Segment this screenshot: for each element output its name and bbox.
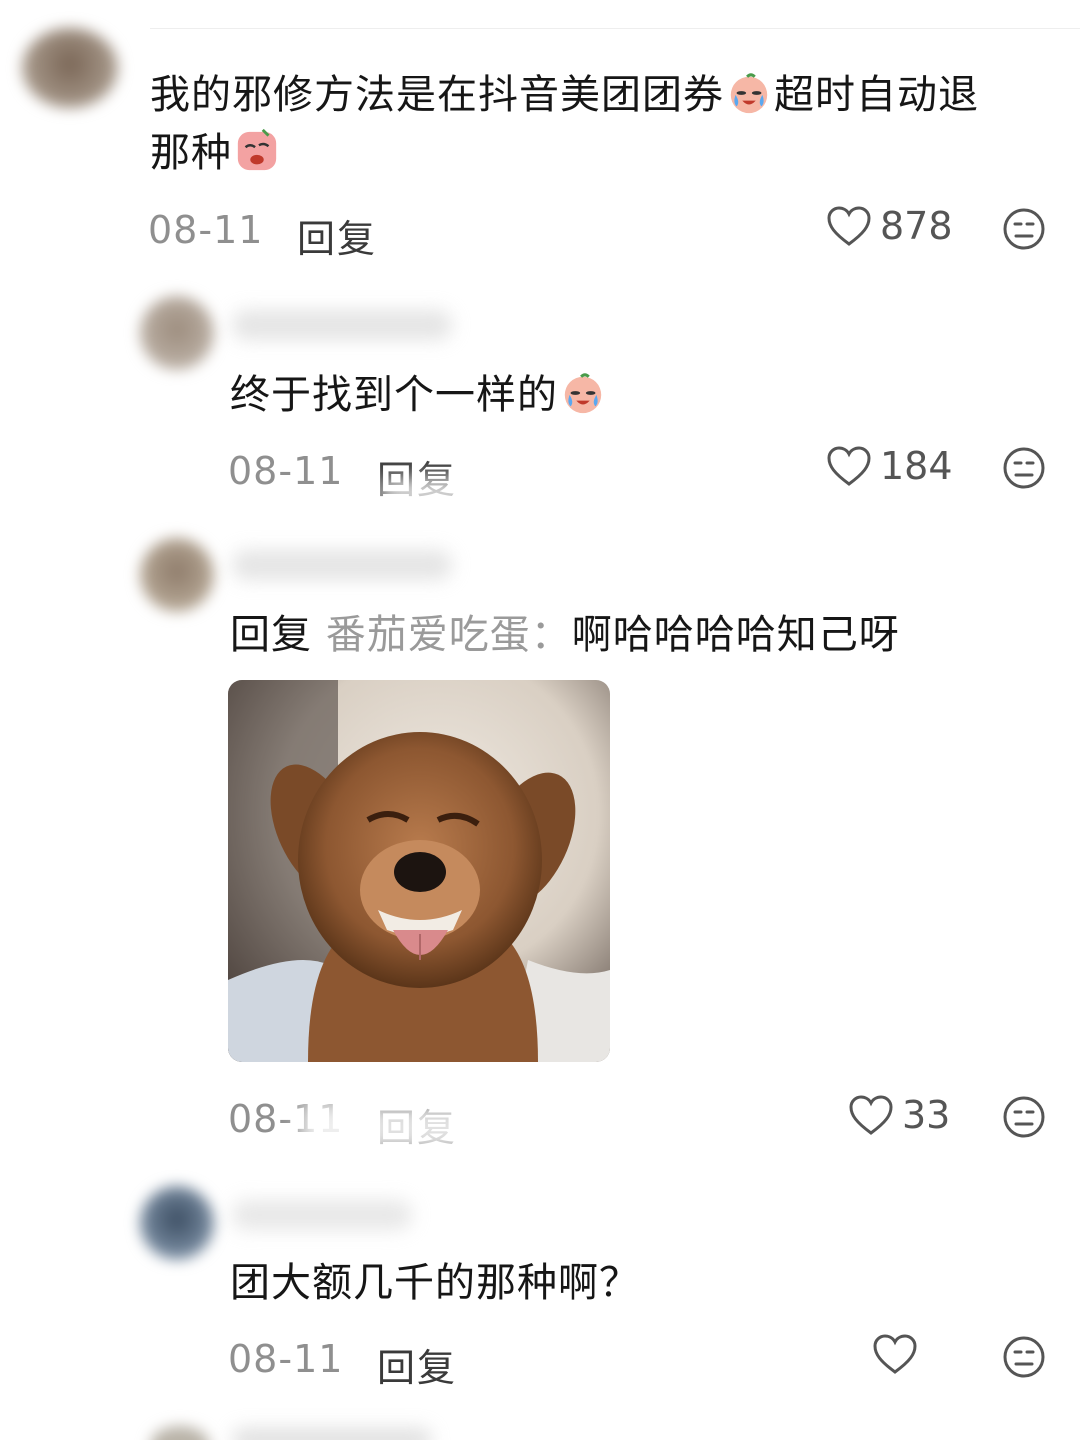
avatar[interactable] [140,538,214,612]
dog-photo [228,680,610,1062]
comment-text: 我的邪修方法是在抖音美团团券 超时自动退 那种 [150,72,979,176]
neutral-face-icon[interactable] [1002,1335,1046,1379]
blur-overlay [300,1102,480,1154]
like-count: 878 [880,204,953,248]
username-blur [232,1428,432,1440]
comment-date: 08-11 [228,1337,344,1381]
username-blur [232,310,452,340]
heart-outline-icon [873,1334,917,1374]
like-button[interactable] [872,1333,926,1375]
sad-face-emoji [237,128,277,171]
dog-meme-image[interactable] [228,680,610,1062]
neutral-face-icon[interactable] [1002,446,1046,490]
heart-outline-icon [827,446,871,486]
reply-button[interactable]: 回复 [297,208,377,263]
comment-text: 终于找到个一样的 [230,366,608,424]
like-count: 33 [902,1093,951,1137]
neutral-face-icon[interactable] [1002,207,1046,251]
crying-face-emoji [730,73,768,114]
avatar[interactable] [140,296,214,370]
comment-text: 团大额几千的那种啊？ [230,1260,640,1306]
like-count: 184 [880,444,953,488]
divider [150,28,1080,29]
username-blur [232,550,452,580]
like-button[interactable]: 33 [848,1093,950,1137]
neutral-face-icon[interactable] [1002,1095,1046,1139]
like-button[interactable]: 184 [826,444,953,488]
comment-date: 08-11 [228,449,344,493]
reply-button[interactable]: 回复 [377,1337,457,1392]
avatar[interactable] [140,1186,214,1260]
avatar[interactable] [22,28,118,108]
blur-overlay [380,478,470,508]
crying-face-emoji [564,373,602,414]
username-blur [232,1200,412,1230]
heart-outline-icon [849,1095,893,1135]
heart-outline-icon [827,206,871,246]
like-button[interactable]: 878 [826,204,953,248]
comment-date: 08-11 [148,208,264,252]
comment-thread: 我的邪修方法是在抖音美团团券 超时自动退 那种 08-11 回复 878 终于找… [0,0,1080,1440]
mention-username[interactable]: 番茄爱吃蛋： [326,612,572,658]
avatar[interactable] [150,1426,210,1440]
comment-text: 回复 番茄爱吃蛋：啊哈哈哈哈知己呀 [230,612,900,658]
